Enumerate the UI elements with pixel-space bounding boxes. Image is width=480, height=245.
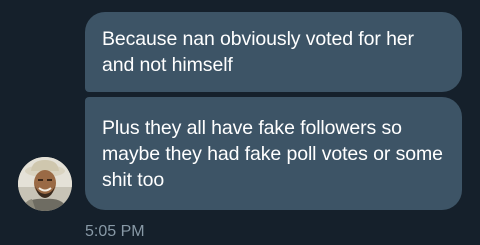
message-bubble[interactable]: Plus they all have fake followers so may… (85, 97, 462, 210)
message-timestamp: 5:05 PM (85, 223, 145, 240)
sender-avatar[interactable] (18, 157, 72, 211)
message-text: Because nan obviously voted for her and … (102, 28, 414, 76)
message-text: Plus they all have fake followers so may… (102, 116, 443, 191)
message-bubble[interactable]: Because nan obviously voted for her and … (85, 12, 462, 92)
avatar-icon (18, 157, 72, 211)
